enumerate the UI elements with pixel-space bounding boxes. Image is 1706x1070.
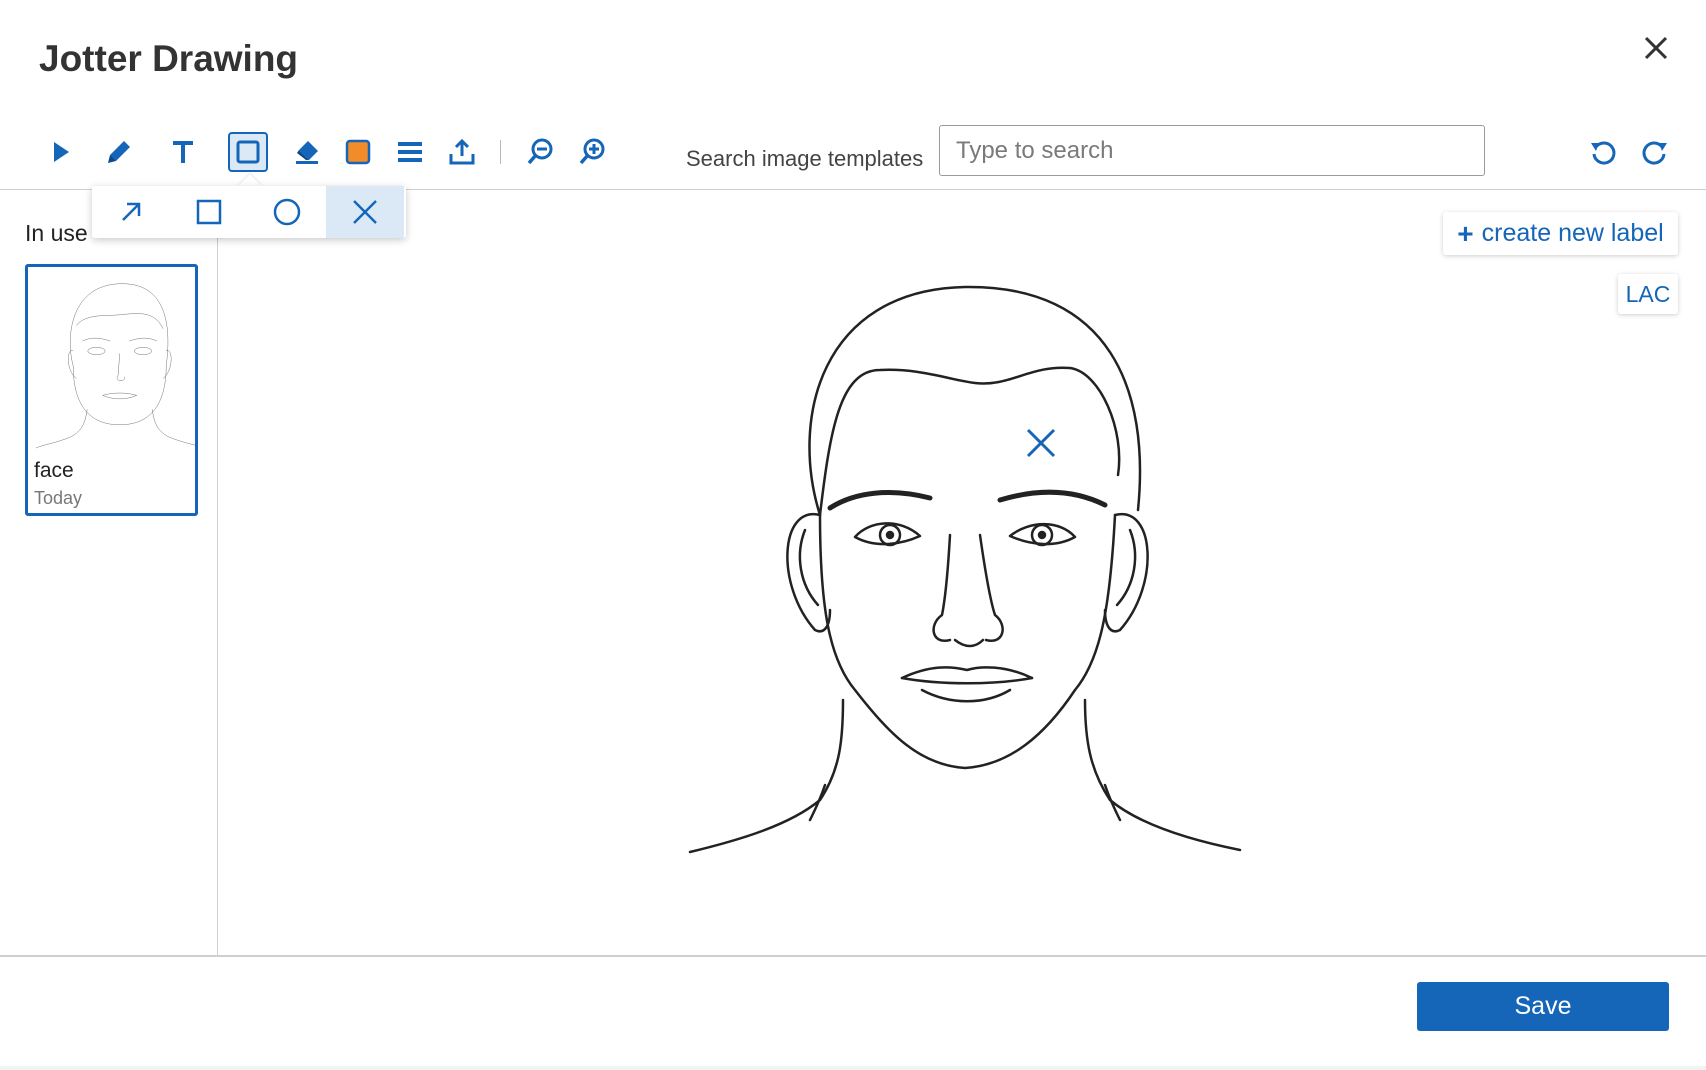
- pencil-icon: [108, 141, 130, 163]
- zoom-in-button[interactable]: [572, 132, 612, 172]
- pencil-tool-button[interactable]: [99, 132, 139, 172]
- template-search-input[interactable]: [939, 125, 1485, 176]
- square-icon: [236, 140, 260, 164]
- color-swatch-icon: [345, 139, 371, 165]
- template-card-face[interactable]: face Today: [25, 264, 198, 516]
- dialog-title: Jotter Drawing: [39, 38, 299, 79]
- arrow-icon: [122, 202, 141, 221]
- close-icon: [1644, 36, 1668, 60]
- cross-mark-icon: [1026, 428, 1056, 458]
- template-date: Today: [34, 488, 83, 508]
- line-weight-tool-button[interactable]: [390, 132, 430, 172]
- text-icon: [173, 141, 193, 163]
- popup-caret: [238, 174, 262, 186]
- undo-button[interactable]: [1583, 132, 1623, 172]
- face-thumbnail-image: [35, 283, 195, 449]
- save-button[interactable]: Save: [1417, 982, 1669, 1031]
- eraser-tool-button[interactable]: [287, 132, 327, 172]
- face-drawing-image: [688, 285, 1242, 854]
- undo-icon: [1591, 141, 1616, 165]
- arrow-shape-button[interactable]: [92, 186, 170, 238]
- select-tool-button[interactable]: [40, 132, 80, 172]
- cross-annotation[interactable]: [1024, 426, 1058, 465]
- text-tool-button[interactable]: [163, 132, 203, 172]
- zoom-in-icon: [579, 138, 605, 165]
- upload-icon: [449, 138, 475, 165]
- bottom-strip: [0, 1066, 1706, 1070]
- label-lac[interactable]: LAC: [1618, 274, 1678, 314]
- eraser-icon: [296, 141, 318, 164]
- label-lac-text: LAC: [1625, 280, 1671, 307]
- template-name: face: [34, 459, 74, 482]
- redo-icon: [1642, 141, 1667, 165]
- footer-divider: [0, 955, 1706, 957]
- zoom-out-icon: [527, 138, 553, 165]
- close-button[interactable]: [1636, 28, 1676, 68]
- create-new-label-button[interactable]: + create new label: [1443, 212, 1678, 255]
- toolbar-separator: [500, 140, 501, 164]
- shape-tool-button[interactable]: [228, 132, 268, 172]
- redo-button[interactable]: [1635, 132, 1675, 172]
- zoom-out-button[interactable]: [520, 132, 560, 172]
- in-use-heading: In use: [25, 220, 88, 246]
- upload-tool-button[interactable]: [442, 132, 482, 172]
- search-label: Search image templates: [686, 146, 924, 171]
- play-icon: [54, 142, 69, 162]
- line-weight-icon: [398, 142, 422, 162]
- color-tool-button[interactable]: [338, 132, 378, 172]
- plus-icon: +: [1457, 217, 1474, 249]
- create-new-label-text: create new label: [1481, 219, 1664, 247]
